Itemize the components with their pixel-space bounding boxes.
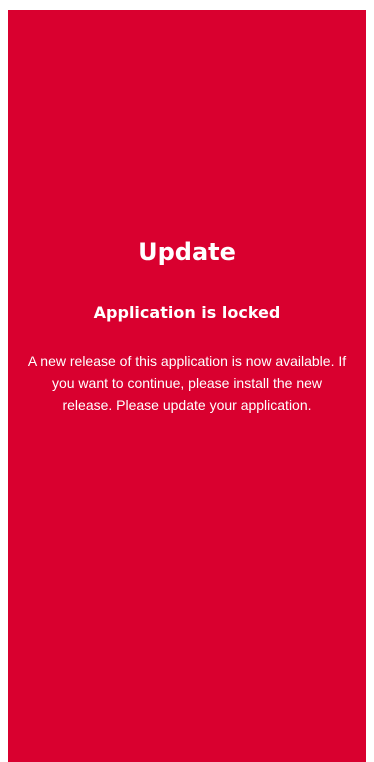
- lock-message-block: Update Application is locked A new relea…: [8, 235, 366, 416]
- update-message: A new release of this application is now…: [27, 353, 347, 413]
- page-title: Update: [138, 238, 236, 266]
- locked-screen: Update Application is locked A new relea…: [8, 10, 366, 762]
- locked-subtitle: Application is locked: [93, 303, 281, 322]
